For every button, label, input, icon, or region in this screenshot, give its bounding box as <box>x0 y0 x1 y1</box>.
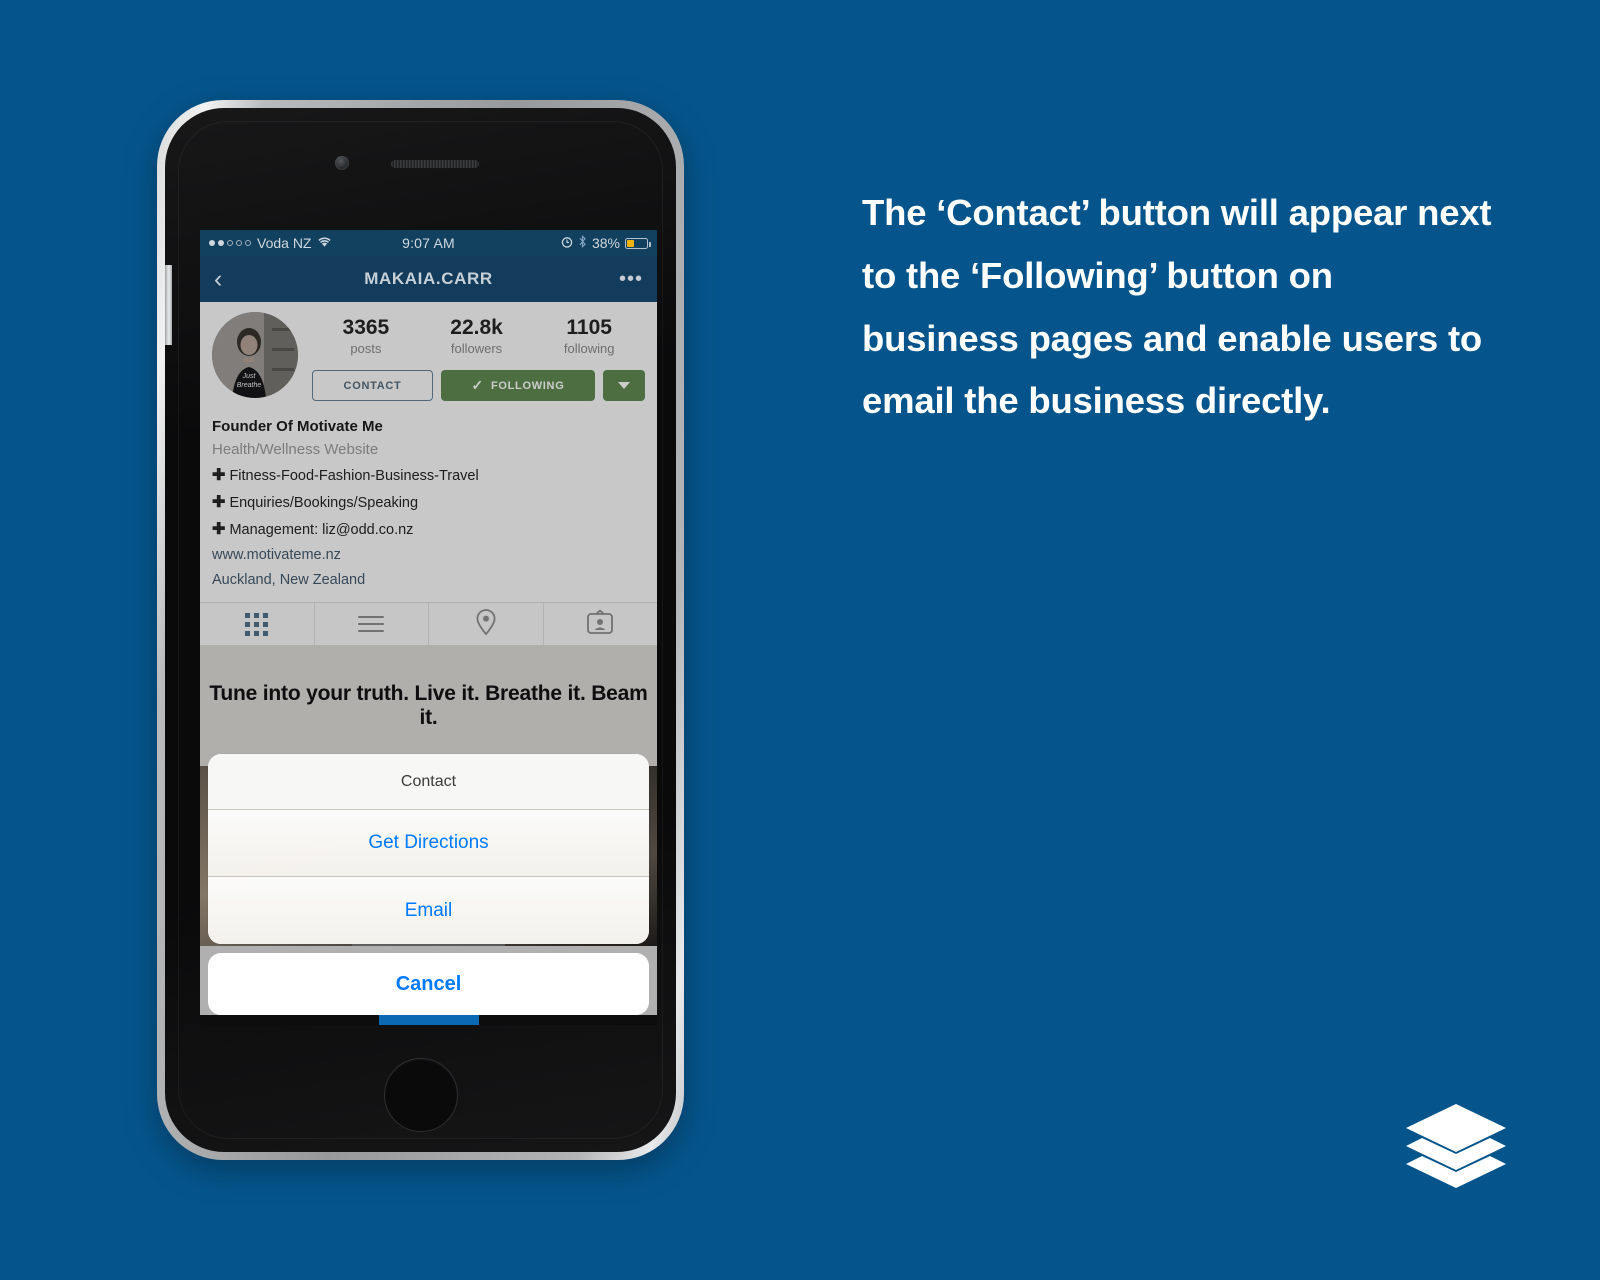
home-button[interactable] <box>383 1058 458 1132</box>
earpiece-speaker <box>390 160 479 168</box>
profile-tab-bar <box>200 602 658 647</box>
stat-following-label: following <box>563 341 615 357</box>
profile-header: Just Breathe 3365 posts 22.8k followers … <box>200 302 657 414</box>
caption-text: The ‘Contact’ button will appear next to… <box>862 192 1492 422</box>
phone-front-panel: Voda NZ 9:07 AM 38% ‹ MAKAIA.CARR ••• Ju… <box>165 108 676 1152</box>
plus-icon: ✚ <box>212 466 226 484</box>
feed-quote-post[interactable]: Tune into your truth. Live it. Breathe i… <box>200 646 657 767</box>
volume-up-button[interactable] <box>165 141 172 203</box>
bio-display-name: Founder Of Motivate Me <box>212 418 383 436</box>
buffer-logo <box>1402 1102 1510 1188</box>
plus-icon: ✚ <box>212 493 226 511</box>
stat-followers[interactable]: 22.8k followers <box>450 316 503 358</box>
action-sheet-option-email[interactable]: Email <box>208 877 649 944</box>
svg-text:Breathe: Breathe <box>237 382 262 389</box>
stat-posts-label: posts <box>350 341 382 357</box>
profile-bio: Founder Of Motivate Me Health/Wellness W… <box>200 413 657 603</box>
bio-line-2-text: Enquiries/Bookings/Speaking <box>229 494 419 511</box>
stat-posts-value: 3365 <box>342 316 390 339</box>
status-bar-right: 38% <box>561 235 651 251</box>
phone-mockup: Voda NZ 9:07 AM 38% ‹ MAKAIA.CARR ••• Ju… <box>157 100 684 1160</box>
stat-following-value: 1105 <box>566 316 612 339</box>
list-icon <box>358 616 385 633</box>
volume-down-button[interactable] <box>165 203 172 265</box>
stat-followers-label: followers <box>450 341 503 357</box>
id-card-icon <box>586 609 614 640</box>
map-tab[interactable] <box>429 603 544 646</box>
grid-icon <box>245 612 269 636</box>
plus-icon: ✚ <box>212 521 226 539</box>
profile-stats: 3365 posts 22.8k followers 1105 followin… <box>312 312 645 360</box>
app-tab-bar-edge <box>200 1015 657 1025</box>
power-button[interactable] <box>165 265 172 345</box>
alarm-clock-icon <box>561 235 573 251</box>
action-sheet-option-get-directions[interactable]: Get Directions <box>208 810 649 877</box>
more-options-icon[interactable]: ••• <box>619 269 643 289</box>
following-button-label: FOLLOWING <box>490 379 565 392</box>
nav-bar: ‹ MAKAIA.CARR ••• <box>200 256 657 302</box>
bio-line-2: ✚ Enquiries/Bookings/Speaking <box>212 489 645 516</box>
bio-location-link[interactable]: Auckland, New Zealand <box>212 568 645 593</box>
chevron-down-icon <box>618 382 630 390</box>
following-dropdown-button[interactable] <box>603 370 645 402</box>
phone-screen: Voda NZ 9:07 AM 38% ‹ MAKAIA.CARR ••• Ju… <box>200 230 657 1025</box>
battery-percent-label: 38% <box>591 235 620 251</box>
stat-following[interactable]: 1105 following <box>564 316 615 358</box>
bio-line-1-text: Fitness-Food-Fashion-Business-Travel <box>229 467 479 484</box>
bio-category: Health/Wellness Website <box>212 441 379 459</box>
stat-posts[interactable]: 3365 posts <box>343 316 390 358</box>
svg-text:Just: Just <box>242 373 257 380</box>
bio-line-3-text: Management: liz@odd.co.nz <box>229 522 414 539</box>
bio-line-3: ✚ Management: liz@odd.co.nz <box>212 516 645 543</box>
avatar[interactable]: Just Breathe <box>212 312 298 398</box>
status-bar: Voda NZ 9:07 AM 38% <box>200 230 657 256</box>
grid-tab[interactable] <box>200 603 315 646</box>
profile-stats-actions: 3365 posts 22.8k followers 1105 followin… <box>312 312 645 402</box>
action-sheet-group: Contact Get Directions Email <box>208 754 649 944</box>
profile-action-buttons: CONTACT ✓ FOLLOWING <box>312 370 645 402</box>
contact-action-sheet: Contact Get Directions Email Cancel <box>208 754 649 1015</box>
list-tab[interactable] <box>315 603 429 646</box>
mute-switch[interactable] <box>165 108 171 141</box>
bio-website-link[interactable]: www.motivateme.nz <box>212 543 645 568</box>
bluetooth-icon <box>578 235 587 251</box>
tab-bar-highlight <box>378 1015 479 1025</box>
feed-quote-text: Tune into your truth. Live it. Breathe i… <box>209 681 648 730</box>
check-icon: ✓ <box>471 377 484 394</box>
contact-button[interactable]: CONTACT <box>312 370 433 402</box>
tagged-tab[interactable] <box>544 603 658 645</box>
bio-line-1: ✚ Fitness-Food-Fashion-Business-Travel <box>212 462 645 489</box>
following-button[interactable]: ✓ FOLLOWING <box>440 370 595 402</box>
location-pin-icon <box>474 608 498 641</box>
front-camera-icon <box>334 156 349 170</box>
page-title: MAKAIA.CARR <box>364 269 493 288</box>
action-sheet-title: Contact <box>208 754 649 810</box>
stat-followers-value: 22.8k <box>450 316 503 339</box>
action-sheet-cancel-button[interactable]: Cancel <box>208 953 649 1015</box>
battery-icon <box>625 237 651 249</box>
